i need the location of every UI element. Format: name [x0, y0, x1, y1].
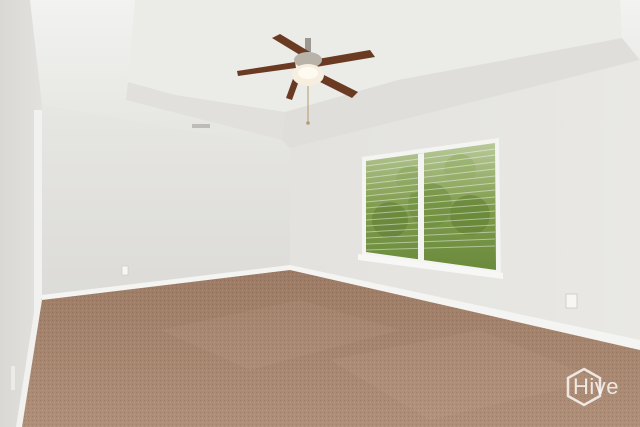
window — [358, 138, 503, 279]
window-mullion — [418, 153, 424, 261]
room-photo: Hive — [0, 0, 640, 427]
wall-outlet — [565, 293, 578, 309]
wall-outlet — [121, 265, 129, 276]
air-vent — [192, 124, 210, 128]
watermark-text: Hive — [572, 374, 619, 399]
hive-watermark: Hive — [564, 367, 628, 407]
light-switch — [11, 366, 15, 390]
room-illustration — [0, 0, 640, 427]
door-frame — [34, 110, 42, 328]
